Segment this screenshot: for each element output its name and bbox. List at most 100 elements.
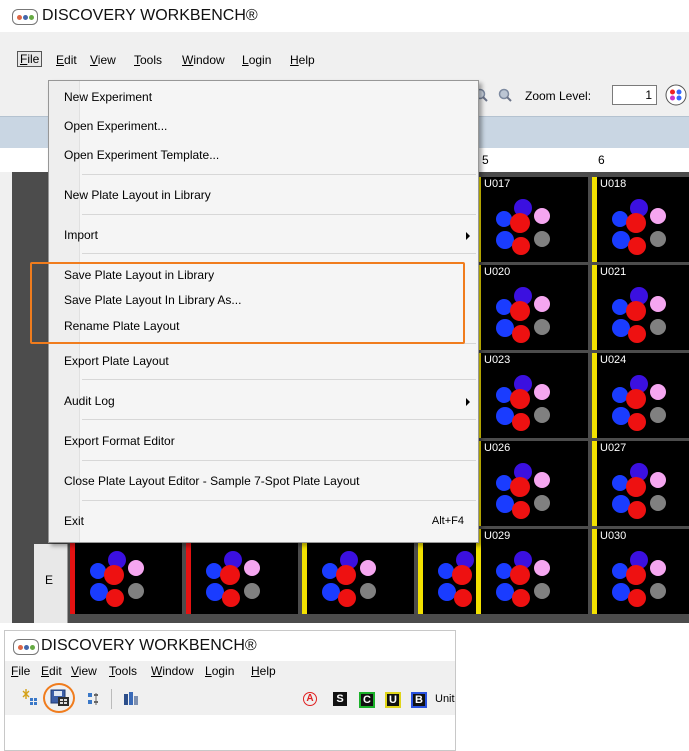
menu-view[interactable]: View — [71, 664, 97, 678]
zoom-out-icon[interactable] — [498, 88, 512, 102]
letter-u-icon[interactable]: U — [385, 692, 401, 708]
well-spot — [650, 472, 666, 488]
well-spot — [244, 560, 260, 576]
window-title: DISCOVERY WORKBENCH® — [41, 637, 257, 654]
well-spot — [512, 325, 530, 343]
well-spot — [360, 583, 376, 599]
well-id-label: U017 — [484, 178, 511, 190]
well-spot — [512, 237, 530, 255]
menu-item-export-format-editor[interactable]: Export Format Editor — [64, 434, 175, 448]
new-layout-icon[interactable] — [21, 689, 43, 709]
menu-item-import[interactable]: Import — [64, 228, 98, 242]
column-header-6: 6 — [598, 153, 605, 167]
spot-pattern-icon[interactable] — [665, 84, 687, 106]
well-spot — [650, 384, 666, 400]
well-spot — [650, 407, 666, 423]
menu-item-close-plate-layout-editor[interactable]: Close Plate Layout Editor - Sample 7-Spo… — [64, 474, 360, 488]
well-id-label: U027 — [600, 442, 627, 454]
well-spot — [650, 495, 666, 511]
well-spot — [650, 231, 666, 247]
plate-well[interactable]: U024 — [592, 353, 689, 438]
plate-well[interactable]: U020 — [476, 265, 588, 350]
menu-edit[interactable]: Edit — [56, 53, 77, 67]
well-spot — [244, 583, 260, 599]
title-bar: DISCOVERY WORKBENCH® — [0, 0, 689, 32]
menu-file[interactable]: File — [17, 51, 43, 67]
library-icon[interactable] — [123, 691, 139, 707]
menu-item-open-experiment-template[interactable]: Open Experiment Template... — [64, 148, 219, 162]
menu-tools[interactable]: Tools — [134, 53, 162, 67]
well-spot — [534, 560, 550, 576]
menu-item-new-experiment[interactable]: New Experiment — [64, 90, 152, 104]
plate-well[interactable]: U021 — [592, 265, 689, 350]
well-spot — [220, 565, 240, 585]
well-spot — [360, 560, 376, 576]
well-spot — [626, 213, 646, 233]
menu-login[interactable]: Login — [205, 664, 234, 678]
well-spot — [338, 589, 356, 607]
plate-well[interactable]: U030 — [592, 529, 689, 614]
menu-item-audit-log[interactable]: Audit Log — [64, 394, 115, 408]
well-spot — [510, 565, 530, 585]
menu-separator — [82, 500, 476, 501]
well-spot — [628, 589, 646, 607]
plate-well[interactable]: U023 — [476, 353, 588, 438]
plate-well[interactable]: U026 — [476, 441, 588, 526]
row-gutter — [0, 172, 12, 623]
well-type-bar — [592, 265, 597, 350]
well-id-label: U030 — [600, 530, 627, 542]
well-spot — [626, 477, 646, 497]
menu-edit[interactable]: Edit — [41, 664, 62, 678]
plate-well[interactable]: U027 — [592, 441, 689, 526]
menu-separator — [82, 460, 476, 461]
zoom-level-input[interactable]: 1 — [612, 85, 657, 105]
well-spot — [222, 589, 240, 607]
well-spot — [106, 589, 124, 607]
well-spot — [454, 589, 472, 607]
menu-item-export-plate-layout[interactable]: Export Plate Layout — [64, 354, 169, 368]
highlight-circle — [43, 683, 75, 713]
well-spot — [510, 213, 530, 233]
letter-c-icon[interactable]: C — [359, 692, 375, 708]
well-spot — [650, 208, 666, 224]
menu-window[interactable]: Window — [151, 664, 194, 678]
menu-tools[interactable]: Tools — [109, 664, 137, 678]
menu-help[interactable]: Help — [290, 53, 315, 67]
well-type-bar — [592, 353, 597, 438]
plate-well[interactable]: U018 — [592, 177, 689, 262]
menu-item-exit[interactable]: Exit — [64, 514, 84, 528]
well-spot — [452, 565, 472, 585]
well-id-label: U026 — [484, 442, 511, 454]
title-bar: DISCOVERY WORKBENCH® — [5, 631, 455, 661]
letter-s-icon[interactable]: S — [333, 692, 347, 706]
menu-item-open-experiment[interactable]: Open Experiment... — [64, 119, 167, 133]
menu-view[interactable]: View — [90, 53, 116, 67]
settings-icon[interactable] — [87, 691, 103, 707]
well-spot — [534, 208, 550, 224]
plate-well[interactable]: U029 — [476, 529, 588, 614]
well-spot — [510, 477, 530, 497]
menu-item-new-plate-layout[interactable]: New Plate Layout in Library — [64, 188, 211, 202]
plate-well[interactable]: U017 — [476, 177, 588, 262]
menu-help[interactable]: Help — [251, 664, 276, 678]
well-id-label: U023 — [484, 354, 511, 366]
menu-bar: File Edit View Tools Window Login Help — [5, 661, 455, 683]
well-spot — [628, 237, 646, 255]
menu-login[interactable]: Login — [242, 53, 271, 67]
well-id-label: U024 — [600, 354, 627, 366]
well-type-bar — [592, 177, 597, 262]
letter-a-icon[interactable]: A — [303, 692, 317, 706]
well-id-label: U021 — [600, 266, 627, 278]
well-spot — [534, 495, 550, 511]
menu-bar: File Edit View Tools Window Login Help — [0, 50, 689, 73]
well-spot — [534, 319, 550, 335]
menu-window[interactable]: Window — [182, 53, 225, 67]
well-spot — [628, 325, 646, 343]
zoom-label: Zoom Level: — [525, 89, 592, 103]
toolbar: A S C U B Unit — [5, 683, 455, 715]
menu-file[interactable]: File — [11, 664, 30, 678]
letter-b-icon[interactable]: B — [411, 692, 427, 708]
well-spot — [650, 583, 666, 599]
submenu-arrow-icon — [466, 398, 470, 406]
well-spot — [128, 560, 144, 576]
